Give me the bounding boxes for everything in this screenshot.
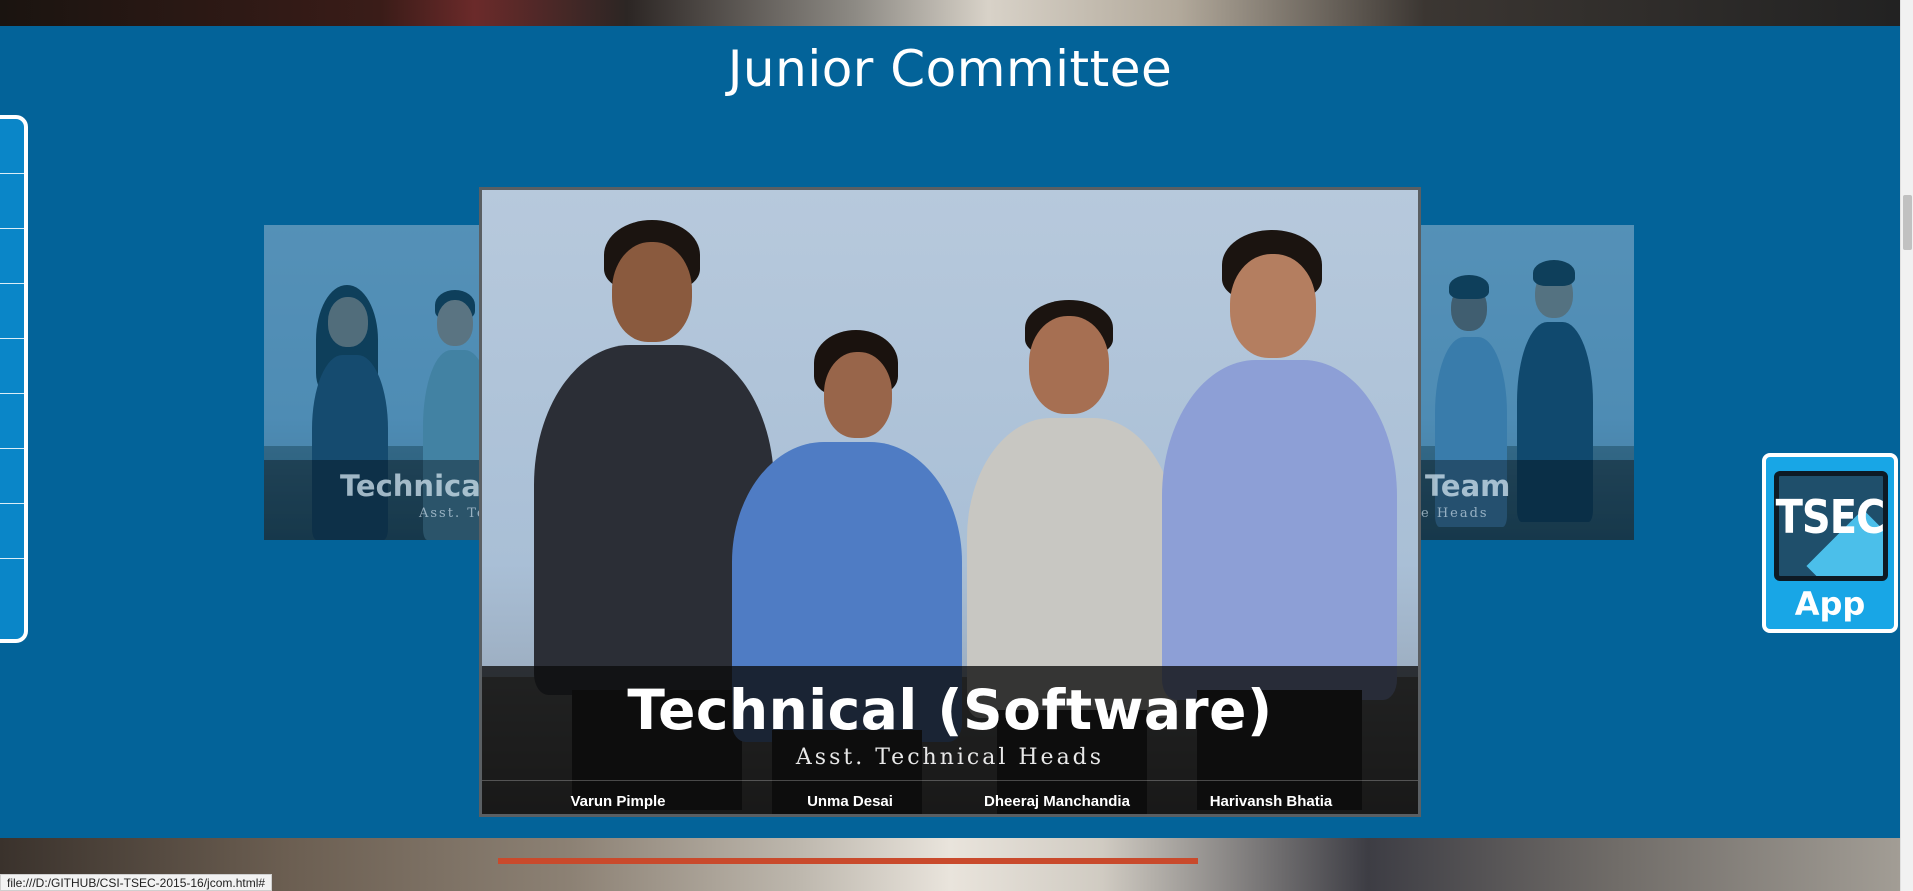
background-photo-top [0,0,1900,26]
junior-committee-section: Junior Committee Technica Asst. T Team e… [0,26,1900,838]
page-scrollbar[interactable] [1900,0,1913,891]
side-nav-item[interactable] [0,229,24,284]
side-nav-item[interactable] [0,449,24,504]
side-nav-item[interactable] [0,174,24,229]
member-name: Harivansh Bhatia [1209,793,1333,810]
page: Junior Committee Technica Asst. T Team e… [0,0,1913,891]
carousel-card-active[interactable]: Technical (Software) Asst. Technical Hea… [479,187,1421,817]
status-bar-url: file:///D:/GITHUB/CSI-TSEC-2015-16/jcom.… [0,874,273,891]
side-nav [0,115,28,643]
scrollbar-thumb[interactable] [1903,195,1912,250]
card-title: Team [1425,469,1511,503]
card-subtitle: Asst. Te [419,506,479,521]
carousel-card-previous[interactable]: Technica Asst. Te [264,225,479,540]
section-title: Junior Committee [727,40,1173,98]
side-nav-item[interactable] [0,559,24,614]
card-subtitle: e Heads [1421,506,1489,521]
card-title: Technical (Software) [627,678,1273,742]
app-label: App [1794,585,1866,623]
tsec-logo-text: TSEC [1775,491,1886,545]
side-nav-item[interactable] [0,504,24,559]
background-photo-bottom [0,838,1900,891]
side-nav-item[interactable] [0,284,24,339]
card-subtitle: Asst. Technical Heads [795,745,1105,770]
side-nav-item[interactable] [0,119,24,174]
member-name: Unma Desai [807,793,893,810]
member-names-row: Varun Pimple Unma Desai Dheeraj Manchand… [482,780,1418,814]
member-name: Dheeraj Manchandia [984,793,1130,810]
side-nav-item[interactable] [0,394,24,449]
card-title: Technica [340,469,479,503]
tsec-app-button[interactable]: TSEC App [1762,453,1898,633]
side-nav-item[interactable] [0,339,24,394]
carousel-card-next[interactable]: Team e Heads [1421,225,1634,540]
member-name: Varun Pimple [570,793,666,810]
